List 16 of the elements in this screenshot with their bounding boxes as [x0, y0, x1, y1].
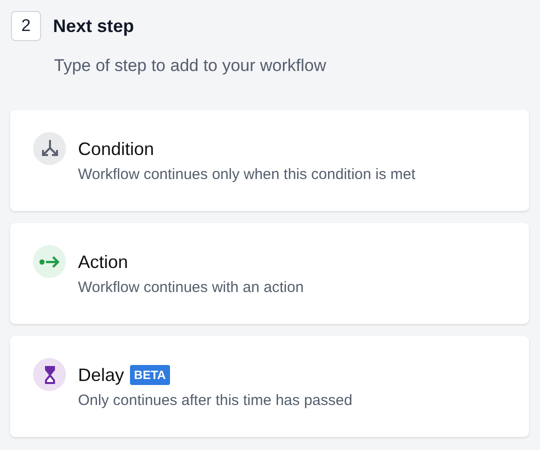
card-description: Only continues after this time has passed	[78, 392, 352, 408]
card-title: Action	[78, 252, 128, 272]
card-description: Workflow continues with an action	[78, 278, 304, 296]
beta-badge: BETA	[130, 365, 170, 385]
step-subtitle: Type of step to add to your workflow	[54, 56, 328, 76]
card-title: Delay	[78, 364, 124, 386]
card-title: Condition	[78, 138, 154, 160]
step-type-card[interactable]: Condition Workflow continues only when this condition is met	[10, 110, 529, 211]
dot-arrow-icon	[38, 256, 60, 268]
step-title: Next step	[53, 16, 134, 36]
split-arrows-icon	[40, 138, 60, 158]
step-type-card[interactable]: Action Workflow continues with an action	[10, 223, 529, 324]
step-number: 2	[11, 11, 41, 41]
hourglass-icon	[44, 364, 56, 384]
card-description: Workflow continues only when this condition is met	[78, 166, 416, 182]
step-type-card[interactable]: Delay BETA Only continues after this time has passed	[10, 336, 529, 437]
